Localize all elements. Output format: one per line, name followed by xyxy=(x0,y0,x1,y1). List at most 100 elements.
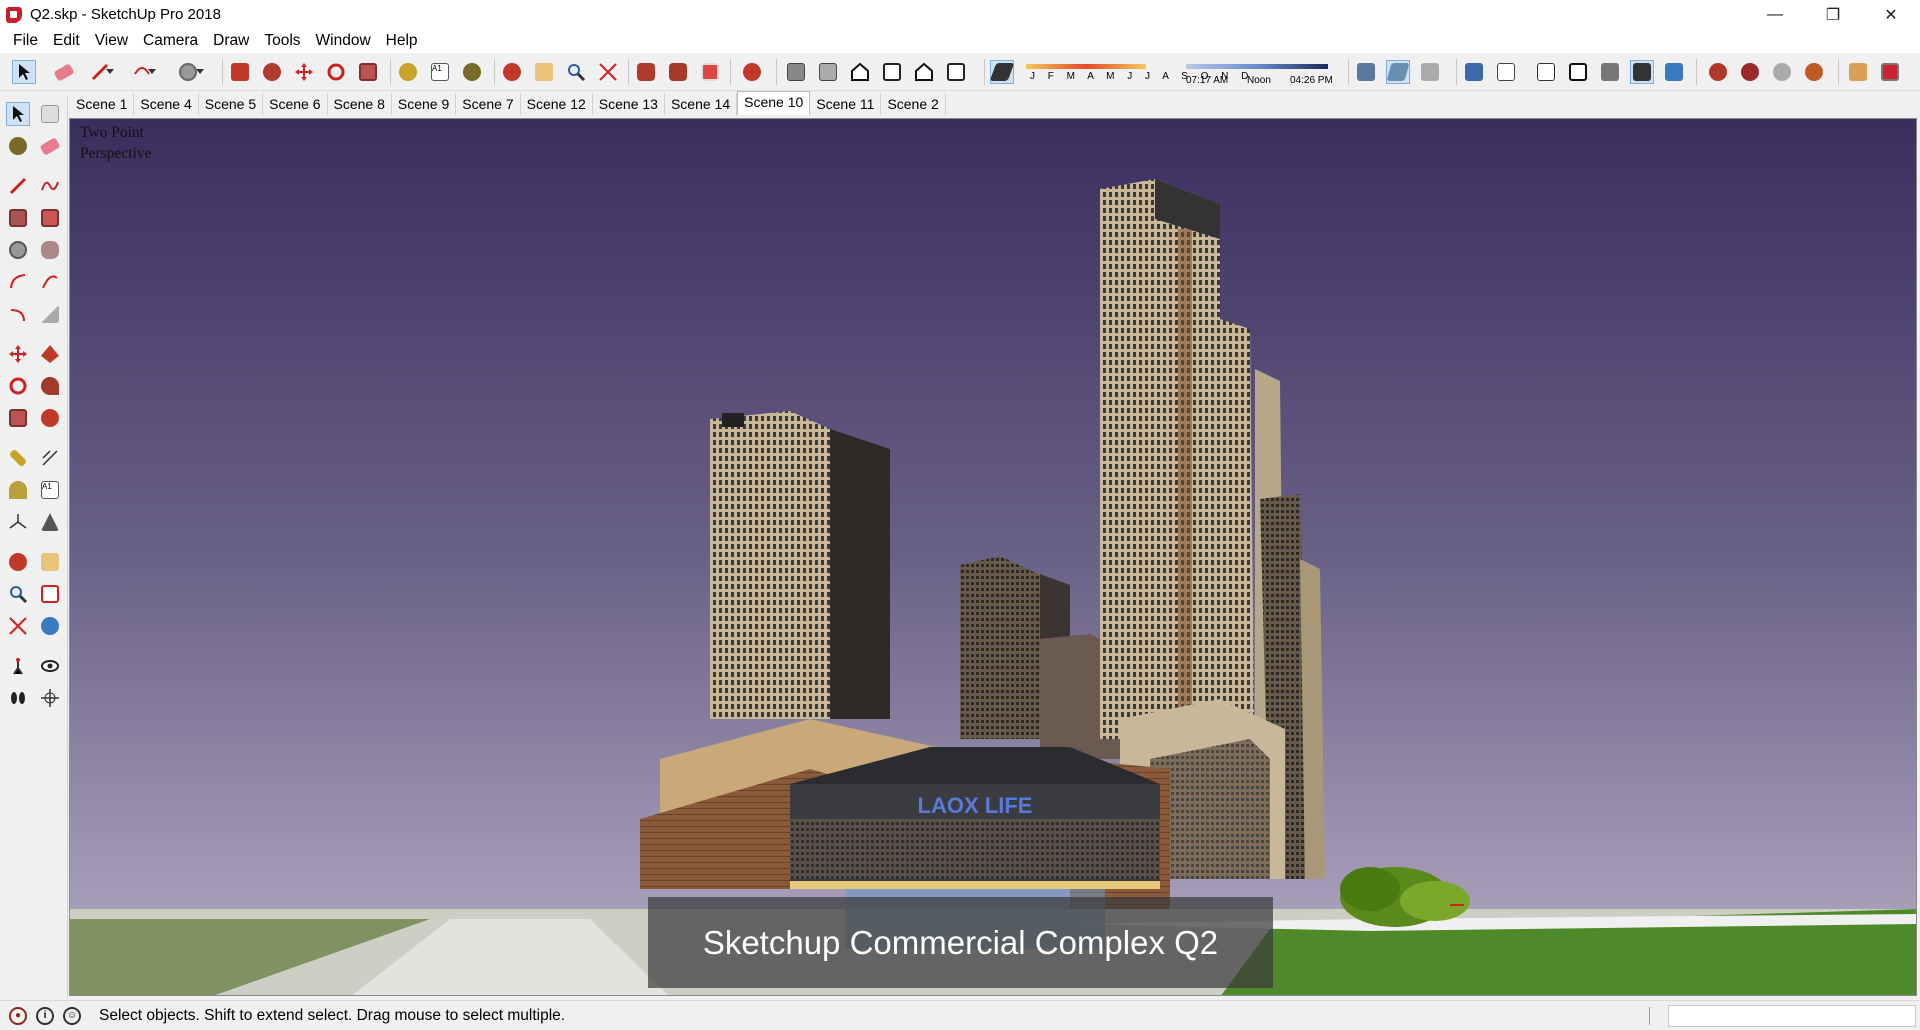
text-tool[interactable]: A1 xyxy=(38,478,62,502)
rectangle-tool[interactable] xyxy=(6,206,30,230)
polygon-tool[interactable] xyxy=(38,238,62,262)
plugin-button-4[interactable] xyxy=(1802,60,1826,84)
xray-button[interactable] xyxy=(1462,60,1486,84)
tab-scene-5[interactable]: Scene 5 xyxy=(199,93,264,115)
tab-scene-10[interactable]: Scene 10 xyxy=(737,91,811,115)
hidden-line-button[interactable] xyxy=(1566,60,1590,84)
section-fill-button[interactable] xyxy=(1386,60,1410,84)
tab-scene-1[interactable]: Scene 1 xyxy=(70,93,135,115)
three-point-arc-tool[interactable] xyxy=(6,302,30,326)
tape-measure-tool[interactable] xyxy=(6,446,30,470)
plugin-button-2[interactable] xyxy=(1738,60,1762,84)
chevron-down-icon[interactable] xyxy=(146,60,158,84)
axes-tool[interactable] xyxy=(6,510,30,534)
menu-camera[interactable]: Camera xyxy=(136,32,205,50)
arc-tool[interactable] xyxy=(6,270,30,294)
tab-scene-2[interactable]: Scene 2 xyxy=(881,93,946,115)
menu-file[interactable]: File xyxy=(6,32,45,50)
time-slider[interactable] xyxy=(1186,64,1328,69)
look-around-tool[interactable] xyxy=(38,654,62,678)
pan-tool[interactable] xyxy=(38,550,62,574)
circle-tool[interactable] xyxy=(6,238,30,262)
shaded-textures-button[interactable] xyxy=(1630,60,1654,84)
paint-bucket-tool[interactable] xyxy=(6,134,30,158)
iso-view-button[interactable] xyxy=(784,60,808,84)
zoom-window-tool[interactable] xyxy=(38,582,62,606)
shaded-button[interactable] xyxy=(1598,60,1622,84)
front-view-button[interactable] xyxy=(848,60,872,84)
warehouse-button[interactable] xyxy=(634,60,658,84)
tab-scene-13[interactable]: Scene 13 xyxy=(593,93,665,115)
select-tool-button[interactable] xyxy=(12,60,36,84)
wireframe-button[interactable] xyxy=(1534,60,1558,84)
plugin-button-1[interactable] xyxy=(1706,60,1730,84)
protractor-tool[interactable] xyxy=(6,478,30,502)
plugin-button-5[interactable] xyxy=(1846,60,1870,84)
rotated-rectangle-tool[interactable] xyxy=(38,206,62,230)
menu-draw[interactable]: Draw xyxy=(206,32,256,50)
minimize-button[interactable]: — xyxy=(1746,0,1804,29)
zoom-tool[interactable] xyxy=(6,582,30,606)
close-button[interactable]: ✕ xyxy=(1862,0,1920,29)
monochrome-button[interactable] xyxy=(1662,60,1686,84)
tab-scene-9[interactable]: Scene 9 xyxy=(392,93,457,115)
tape-measure-tool-button[interactable] xyxy=(396,60,420,84)
zoom-extents-tool[interactable] xyxy=(6,614,30,638)
two-point-arc-tool[interactable] xyxy=(38,270,62,294)
tab-scene-11[interactable]: Scene 11 xyxy=(810,93,882,115)
top-view-button[interactable] xyxy=(816,60,840,84)
zoom-extents-tool-button[interactable] xyxy=(596,60,620,84)
offset-tool-button[interactable] xyxy=(260,60,284,84)
menu-tools[interactable]: Tools xyxy=(257,32,307,50)
left-view-button[interactable] xyxy=(944,60,968,84)
position-camera-tool[interactable] xyxy=(6,654,30,678)
move-tool-button[interactable] xyxy=(292,60,316,84)
make-component-tool[interactable] xyxy=(38,102,62,126)
eraser-tool-button[interactable] xyxy=(52,60,76,84)
push-pull-tool[interactable] xyxy=(38,342,62,366)
freehand-tool[interactable] xyxy=(38,174,62,198)
plugin-button-6[interactable] xyxy=(1878,60,1902,84)
push-pull-tool-button[interactable] xyxy=(228,60,252,84)
extension-manager-button[interactable] xyxy=(740,60,764,84)
geo-location-icon[interactable]: ● xyxy=(9,1006,27,1025)
tab-scene-4[interactable]: Scene 4 xyxy=(134,93,199,115)
offset-tool[interactable] xyxy=(38,406,62,430)
tab-scene-7[interactable]: Scene 7 xyxy=(456,93,521,115)
measurements-box[interactable] xyxy=(1668,1005,1916,1027)
credits-icon[interactable]: i xyxy=(36,1006,54,1025)
right-view-button[interactable] xyxy=(880,60,904,84)
paint-bucket-tool-button[interactable] xyxy=(460,60,484,84)
maximize-button[interactable]: ❐ xyxy=(1804,0,1862,29)
3d-text-tool[interactable] xyxy=(38,510,62,534)
plugin-button-3[interactable] xyxy=(1770,60,1794,84)
zoom-tool-button[interactable] xyxy=(564,60,588,84)
rotate-tool[interactable] xyxy=(6,374,30,398)
menu-view[interactable]: View xyxy=(88,32,135,50)
select-tool[interactable] xyxy=(6,102,30,126)
tab-scene-8[interactable]: Scene 8 xyxy=(328,93,392,115)
tab-scene-6[interactable]: Scene 6 xyxy=(263,93,328,115)
orbit-tool-button[interactable] xyxy=(500,60,524,84)
orbit-tool[interactable] xyxy=(6,550,30,574)
section-plane-button[interactable] xyxy=(1418,60,1442,84)
pie-tool[interactable] xyxy=(38,302,62,326)
layout-button[interactable] xyxy=(698,60,722,84)
move-tool[interactable] xyxy=(6,342,30,366)
section-plane-tool[interactable] xyxy=(38,686,62,710)
menu-edit[interactable]: Edit xyxy=(46,32,87,50)
menu-window[interactable]: Window xyxy=(309,32,378,50)
previous-view-tool[interactable] xyxy=(38,614,62,638)
chevron-down-icon[interactable] xyxy=(194,60,206,84)
tab-scene-14[interactable]: Scene 14 xyxy=(665,93,738,115)
rotate-tool-button[interactable] xyxy=(324,60,348,84)
shadows-toggle-button[interactable] xyxy=(989,60,1015,84)
user-account-icon[interactable]: ☺ xyxy=(63,1006,81,1025)
back-edges-button[interactable] xyxy=(1494,60,1518,84)
back-view-button[interactable] xyxy=(912,60,936,84)
text-tool-button[interactable]: A1 xyxy=(428,60,452,84)
tab-scene-12[interactable]: Scene 12 xyxy=(521,93,593,115)
scale-tool[interactable] xyxy=(6,406,30,430)
extension-warehouse-button[interactable] xyxy=(666,60,690,84)
follow-me-tool[interactable] xyxy=(38,374,62,398)
